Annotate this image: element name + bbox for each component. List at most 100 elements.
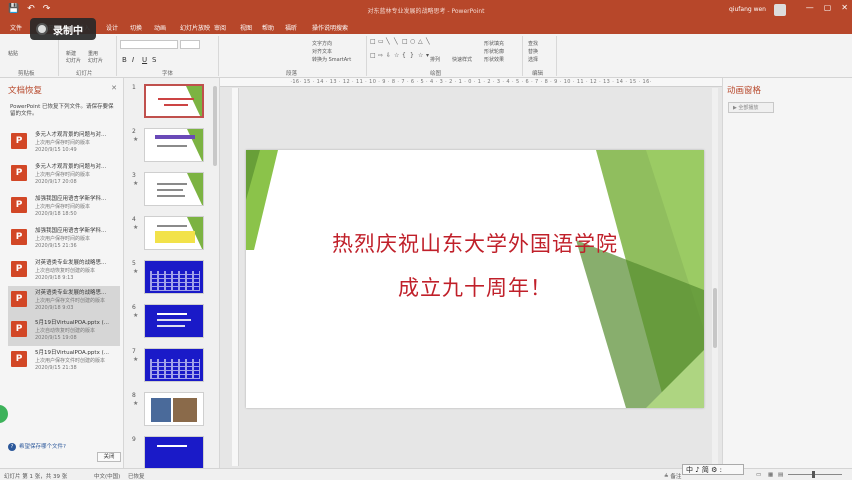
tell-me-search[interactable]: 操作说明搜索 [312,23,348,32]
underline-button[interactable]: U [142,56,147,64]
slide-thumbnail[interactable] [144,304,204,338]
recovery-item-date: 2020/9/17 20:08 [35,179,77,185]
recovery-item[interactable]: P 对英语类专业发展的战略思... 上次用户保存文件时创建的版本 2020/9/… [8,286,120,316]
recovery-item-name: 对英语类专业发展的战略思... [35,260,107,266]
line-icon[interactable]: ╲ [386,38,393,51]
notes-button[interactable]: ≜ 备注 [664,472,681,480]
slide-number: 9 [132,436,136,443]
slide-title-line-1[interactable]: 热烈庆祝山东大学外国语学院 [246,228,704,258]
zoom-slider[interactable] [788,474,842,475]
recovery-title: 文档恢复 [8,86,43,96]
line-icon[interactable]: ╲ [426,38,433,51]
maximize-button[interactable]: ▢ [824,3,832,12]
recovery-item[interactable]: P 加强我国应用语言学新学科... 上次用户保存时间的版本 2020/9/15 … [8,224,120,254]
user-name[interactable]: qiufang wen [729,6,766,13]
line-icon[interactable]: ╲ [394,38,401,51]
arrow-icon[interactable]: ⇩ [386,52,393,65]
select-button[interactable]: 选择 [528,56,538,63]
bold-button[interactable]: B [122,56,127,64]
tab-help[interactable]: 帮助 [262,23,274,32]
rectangle-icon[interactable]: □ [370,52,377,65]
current-slide[interactable]: 热烈庆祝山东大学外国语学院 成立九十周年！ [246,150,704,408]
slide-sorter-icon[interactable]: ▦ [768,472,773,478]
star-icon[interactable]: ☆ [394,52,401,65]
font-name-select[interactable] [120,40,178,49]
ime-toolbar[interactable]: 中 ♪ 简 ⚙ : [682,464,744,475]
arrange-button[interactable]: 排列 [430,56,440,63]
tab-file[interactable]: 文件 [10,23,22,32]
recovery-item[interactable]: P 多元人才观背景的问题与对... 上次用户保存时间的版本 2020/9/15 … [8,128,120,158]
tab-slideshow[interactable]: 幻灯片放映 [180,23,210,32]
tab-transitions[interactable]: 切换 [130,23,142,32]
slide-thumbnail[interactable] [144,392,204,426]
recovery-item[interactable]: P 对英语类专业发展的战略思... 上次自动恢复时创建的版本 2020/9/18… [8,256,120,286]
scrollbar-thumb[interactable] [713,288,717,348]
brace-icon[interactable]: } [410,52,417,65]
recovery-item-name: 多元人才观背景的问题与对... [35,132,107,138]
paste-button[interactable]: 粘贴 [8,50,18,57]
avatar[interactable] [774,4,786,16]
tab-animations[interactable]: 动画 [154,23,166,32]
rectangle-icon[interactable]: ▭ [378,38,385,51]
recovery-help-link[interactable]: ? 希望保存哪个文件? [8,442,66,451]
oval-icon[interactable]: ○ [410,38,417,51]
recovery-item-name: 5月19日VirtualPOA.pptx (... [35,350,109,356]
new-slide-button[interactable]: 新建 幻灯片 [66,50,81,64]
recovery-item-name: 5月19日VirtualPOA.pptx (... [35,320,109,326]
language-status[interactable]: 中文(中国) [94,472,120,480]
slide-thumbnail[interactable] [144,348,204,382]
recovery-item[interactable]: P 多元人才观背景的问题与对... 上次用户保存时间的版本 2020/9/17 … [8,160,120,190]
shape-fill-button[interactable]: 形状填充 [484,40,504,47]
align-text-button[interactable]: 对齐文本 [312,48,332,55]
star-icon[interactable]: ☆ [418,52,425,65]
normal-view-icon[interactable]: ▭ [756,472,761,478]
slide-thumbnail[interactable] [144,436,204,468]
quick-styles-button[interactable]: 快速样式 [452,56,472,63]
recording-indicator[interactable]: 录制中 [30,18,96,40]
slide-thumbnail[interactable] [144,260,204,294]
text-direction-button[interactable]: 文字方向 [312,40,332,47]
recovery-item[interactable]: P 加强我国应用语言学新学科... 上次用户保存时间的版本 2020/9/18 … [8,192,120,222]
smartart-button[interactable]: 转换为 SmartArt [312,56,351,63]
group-label-font: 字体 [162,71,174,77]
slide-thumbnail[interactable] [144,172,204,206]
close-window-button[interactable]: ✕ [841,3,848,12]
tab-view[interactable]: 视图 [240,23,252,32]
recovery-item-version: 上次自动恢复时创建的版本 [35,268,96,274]
tab-design[interactable]: 设计 [106,23,118,32]
reuse-slide-button[interactable]: 重用 幻灯片 [88,50,103,64]
shape-effect-button[interactable]: 形状效果 [484,56,504,63]
rectangle-icon[interactable]: □ [370,38,377,51]
find-button[interactable]: 查找 [528,40,538,47]
rectangle-icon[interactable]: □ [402,38,409,51]
zoom-slider-knob[interactable] [812,471,815,478]
brace-icon[interactable]: { [402,52,409,65]
recovery-item[interactable]: P 5月19日VirtualPOA.pptx (... 上次自动恢复时创建的版本… [8,316,120,346]
recovery-item[interactable]: P 5月19日VirtualPOA.pptx (... 上次用户保存文件时创建的… [8,346,120,376]
thumbnails-scrollbar[interactable] [213,86,217,166]
slide-title-line-2[interactable]: 成立九十周年！ [246,272,704,302]
slide-thumbnail[interactable] [144,128,204,162]
font-size-select[interactable] [180,40,200,49]
italic-button[interactable]: I [132,56,134,64]
play-all-button[interactable]: ▶ 全部播放 [728,102,774,113]
recovery-close-button[interactable]: 关闭 [97,452,121,462]
slide-scrollbar[interactable] [712,88,718,464]
tab-foxit[interactable]: 福昕 [285,23,297,32]
shapes-gallery[interactable]: □ ▭ ╲ ╲ □ ○ △ ╲ □ ⇨ ⇩ ☆{} ☆ ▾ [370,38,430,65]
minimize-button[interactable]: — [806,3,814,12]
tab-review[interactable]: 审阅 [214,23,226,32]
close-icon[interactable]: ✕ [111,84,117,92]
ribbon-divider [556,36,557,76]
ribbon-divider [116,36,117,76]
slide-thumbnail[interactable] [144,84,204,118]
thumbnail-table [150,359,200,379]
arrow-icon[interactable]: ⇨ [378,52,385,65]
replace-button[interactable]: 替换 [528,48,538,55]
shape-outline-button[interactable]: 形状轮廓 [484,48,504,55]
shadow-button[interactable]: S [152,56,156,64]
reading-view-icon[interactable]: ▤ [778,472,783,478]
recovery-item-name: 多元人才观背景的问题与对... [35,164,107,170]
triangle-icon[interactable]: △ [418,38,425,51]
slide-thumbnail[interactable] [144,216,204,250]
